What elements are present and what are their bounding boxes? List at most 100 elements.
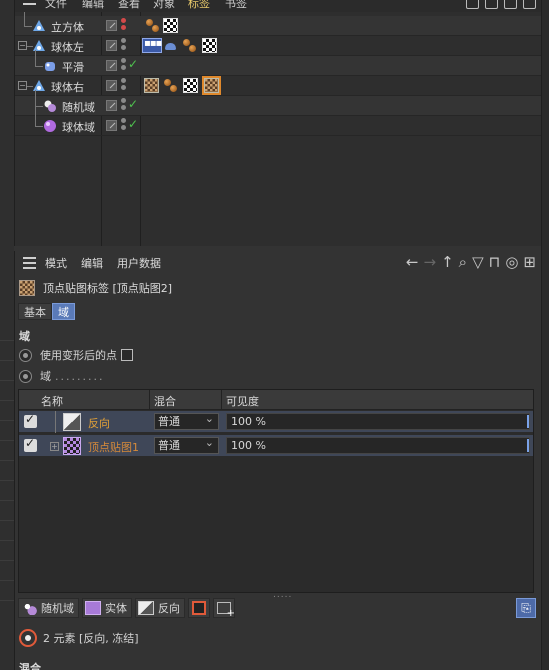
menu-file[interactable]: 文件	[45, 0, 67, 11]
lock-icon[interactable]: ⊓	[489, 254, 501, 270]
vertex-map-layer-icon	[63, 437, 81, 455]
visibility-toggle[interactable]	[106, 120, 117, 131]
use-deformed-points-row: 使用变形后的点	[19, 346, 133, 364]
material-tag-icon[interactable]	[145, 18, 160, 33]
header-visibility[interactable]: 可见度	[226, 393, 259, 409]
back-arrow-icon[interactable]: ←	[406, 254, 419, 270]
object-name: 平滑	[62, 61, 84, 74]
list-resize-handle[interactable]: .....	[273, 590, 292, 600]
object-row-sphere-right[interactable]: − 球体右	[15, 76, 541, 96]
left-edge-strip	[0, 0, 14, 670]
home-icon[interactable]	[485, 0, 498, 9]
lock-layers-button[interactable]: ⎘	[516, 598, 536, 618]
add-icon[interactable]	[523, 0, 536, 9]
visibility-toggle[interactable]	[106, 80, 117, 91]
menu-view[interactable]: 查看	[118, 0, 140, 11]
menu-edit[interactable]: 编辑	[81, 255, 103, 271]
add-folder-button[interactable]	[213, 598, 235, 619]
phong-tag-icon[interactable]	[163, 38, 178, 53]
field-enable-checkbox[interactable]	[24, 436, 37, 452]
button-label: 随机域	[41, 602, 74, 615]
object-name: 球体右	[51, 81, 84, 94]
random-field-icon	[21, 601, 37, 615]
collapse-icon[interactable]: −	[18, 81, 27, 90]
editor-render-dots[interactable]	[121, 58, 127, 74]
use-deformed-points-checkbox[interactable]	[121, 349, 133, 361]
menu-user-data[interactable]: 用户数据	[117, 255, 161, 271]
add-solid-button[interactable]: 实体	[82, 598, 132, 618]
hamburger-menu-icon[interactable]	[23, 257, 36, 272]
filter-icon[interactable]: ▽	[472, 254, 484, 270]
material-tag-icon[interactable]	[163, 78, 178, 93]
section-fields-label: 域	[19, 330, 30, 343]
object-row-cube[interactable]: 立方体	[15, 12, 541, 36]
visibility-toggle[interactable]	[106, 60, 117, 71]
menu-tags[interactable]: 标签	[188, 0, 210, 11]
animation-radio-icon[interactable]	[19, 369, 32, 383]
editor-render-dots[interactable]	[121, 38, 127, 54]
selection-tag-icon[interactable]	[142, 38, 162, 53]
field-row-vertex-map[interactable]: + 顶点贴图1 普通 100 %	[19, 435, 533, 457]
attribute-manager-panel: 模式 编辑 用户数据 ← → ↑ ⌕ ▽ ⊓ ◎ ⊞ 顶点贴图标签 [顶点贴图2…	[14, 251, 541, 670]
freeze-layer-button[interactable]	[188, 598, 210, 618]
collapse-icon[interactable]: −	[18, 41, 27, 50]
object-row-smooth[interactable]: 平滑 ✓	[15, 50, 541, 76]
target-icon[interactable]: ◎	[505, 254, 518, 270]
invert-layer-icon	[138, 601, 154, 615]
visibility-slider[interactable]: 100 %	[226, 413, 530, 430]
object-row-random-field[interactable]: 随机域 ✓	[15, 90, 541, 126]
visibility-toggle[interactable]	[106, 20, 117, 31]
field-enable-checkbox[interactable]	[24, 412, 37, 428]
tag-title-text: 顶点贴图标签 [顶点贴图2]	[43, 282, 173, 295]
visibility-toggle[interactable]	[106, 40, 117, 51]
header-blend[interactable]: 混合	[154, 393, 176, 409]
menu-mode[interactable]: 模式	[45, 255, 67, 271]
editor-render-dots[interactable]	[121, 118, 127, 134]
status-text: 2 元素 [反向, 冻结]	[43, 632, 139, 645]
blend-mode-select[interactable]: 普通	[154, 411, 219, 430]
material-tag-icon[interactable]	[182, 38, 197, 53]
section-blend-label: 混合	[19, 662, 41, 670]
vertex-map-tag-icon[interactable]	[202, 38, 217, 53]
enabled-check-icon[interactable]: ✓	[128, 117, 138, 131]
menu-bookmarks[interactable]: 书签	[225, 0, 247, 11]
editor-render-dots[interactable]	[121, 78, 127, 94]
up-arrow-icon[interactable]: ↑	[441, 254, 454, 270]
visibility-slider[interactable]: 100 %	[226, 437, 530, 454]
add-icon[interactable]: ⊞	[523, 254, 536, 270]
enabled-check-icon[interactable]: ✓	[128, 57, 138, 71]
tab-basic[interactable]: 基本	[18, 302, 52, 320]
object-row-sphere-left[interactable]: − 球体左	[15, 36, 541, 56]
forward-arrow-icon[interactable]: →	[424, 254, 437, 270]
field-row-invert[interactable]: 反向 普通 100 %	[19, 411, 533, 433]
search-icon[interactable]	[466, 0, 479, 9]
search-icon[interactable]: ⌕	[459, 254, 467, 270]
object-name: 立方体	[51, 21, 84, 34]
filter-icon[interactable]	[504, 0, 517, 9]
field-toolbar: 随机域 实体 反向	[18, 598, 235, 620]
add-invert-button[interactable]: 反向	[135, 598, 185, 618]
tab-fields[interactable]: 域	[52, 302, 75, 320]
vertex-map-tag-icon[interactable]	[183, 78, 198, 93]
vertex-map-tag-icon[interactable]	[163, 18, 178, 33]
expand-icon[interactable]: +	[50, 442, 59, 451]
visibility-toggle[interactable]	[106, 100, 117, 111]
enabled-check-icon[interactable]: ✓	[128, 97, 138, 111]
texture-tag-icon[interactable]	[144, 78, 159, 93]
menu-object[interactable]: 对象	[153, 0, 175, 11]
fields-dots: .........	[55, 369, 105, 383]
attribute-manager-menubar: 模式 编辑 用户数据 ← → ↑ ⌕ ▽ ⊓ ◎ ⊞	[15, 251, 542, 273]
vertex-map-tag-selected-icon[interactable]	[202, 76, 221, 95]
blend-mode-select[interactable]: 普通	[154, 435, 219, 454]
editor-render-dots[interactable]	[121, 98, 127, 114]
solid-layer-icon	[85, 601, 101, 615]
menu-edit[interactable]: 编辑	[82, 0, 104, 11]
invert-layer-icon	[63, 413, 81, 431]
add-random-field-button[interactable]: 随机域	[18, 598, 79, 618]
fields-label: 域	[40, 370, 51, 383]
object-row-sphere-field[interactable]: 球体域 ✓	[15, 116, 541, 136]
animation-radio-icon[interactable]	[19, 348, 32, 362]
editor-render-dots[interactable]	[121, 18, 127, 34]
header-name[interactable]: 名称	[41, 393, 63, 409]
hamburger-menu-icon[interactable]	[23, 0, 36, 8]
